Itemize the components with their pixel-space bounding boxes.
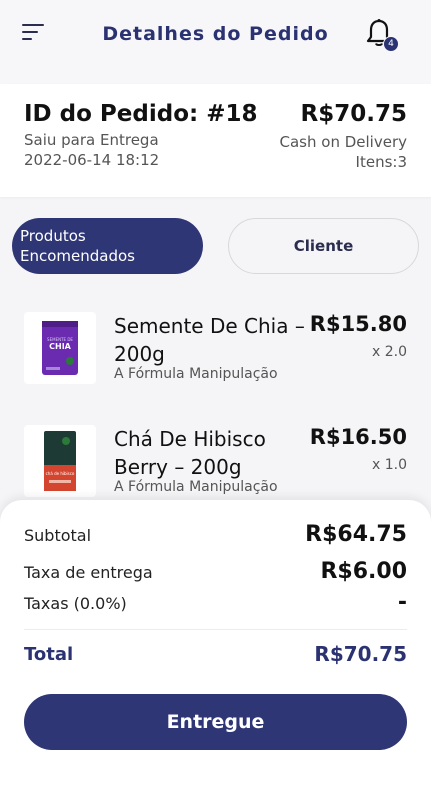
product-name: Chá De Hibisco Berry – 200g	[114, 427, 266, 479]
total-value: R$70.75	[314, 642, 407, 666]
divider	[24, 629, 407, 630]
package-label: CHIA	[49, 342, 72, 351]
list-item[interactable]: SEMENTE DE CHIA Semente De Chia – 200g A…	[0, 312, 431, 412]
subtotal-label: Subtotal	[24, 526, 92, 545]
item-count: Itens:3	[355, 153, 407, 171]
tab-customer[interactable]: Cliente	[228, 218, 419, 274]
package-label: chá de hibisco	[46, 471, 75, 476]
product-image: chá de hibisco	[24, 425, 96, 497]
payment-method: Cash on Delivery	[279, 133, 407, 151]
order-totals-panel: Subtotal R$64.75 Taxa de entrega R$6.00 …	[0, 500, 431, 800]
product-quantity: x 1.0	[372, 457, 407, 473]
product-quantity: x 2.0	[372, 344, 407, 360]
taxes-label: Taxas (0.0%)	[24, 594, 127, 613]
product-price: R$16.50	[309, 425, 407, 449]
order-summary-card: ID do Pedido: #18 Saiu para Entrega 2022…	[0, 84, 431, 197]
order-id: ID do Pedido: #18	[24, 101, 258, 127]
subtotal-value: R$64.75	[305, 522, 407, 547]
menu-icon[interactable]	[22, 24, 46, 42]
product-name: Semente De Chia – 200g	[114, 314, 305, 366]
order-total: R$70.75	[300, 101, 407, 127]
page-title: Detalhes do Pedido	[102, 23, 329, 45]
taxes-value: -	[397, 590, 407, 615]
total-label: Total	[24, 644, 74, 665]
tab-ordered-products[interactable]: Produtos Encomendados	[12, 218, 203, 274]
delivered-button[interactable]: Entregue	[24, 694, 407, 750]
order-status: Saiu para Entrega	[24, 131, 159, 149]
order-datetime: 2022-06-14 18:12	[24, 151, 160, 169]
product-image: SEMENTE DE CHIA	[24, 312, 96, 384]
delivery-fee-label: Taxa de entrega	[24, 563, 153, 582]
app-bar: Detalhes do Pedido 4	[0, 0, 431, 84]
delivered-button-label: Entregue	[166, 711, 265, 733]
notification-bell-icon[interactable]: 4	[365, 18, 399, 52]
tab-ordered-products-label: Produtos Encomendados	[20, 227, 135, 265]
tab-customer-label: Cliente	[293, 237, 354, 255]
product-brand: A Fórmula Manipulação	[114, 366, 278, 382]
product-price: R$15.80	[309, 312, 407, 336]
notification-badge: 4	[383, 36, 399, 52]
delivery-fee-value: R$6.00	[320, 559, 407, 584]
product-brand: A Fórmula Manipulação	[114, 479, 278, 495]
